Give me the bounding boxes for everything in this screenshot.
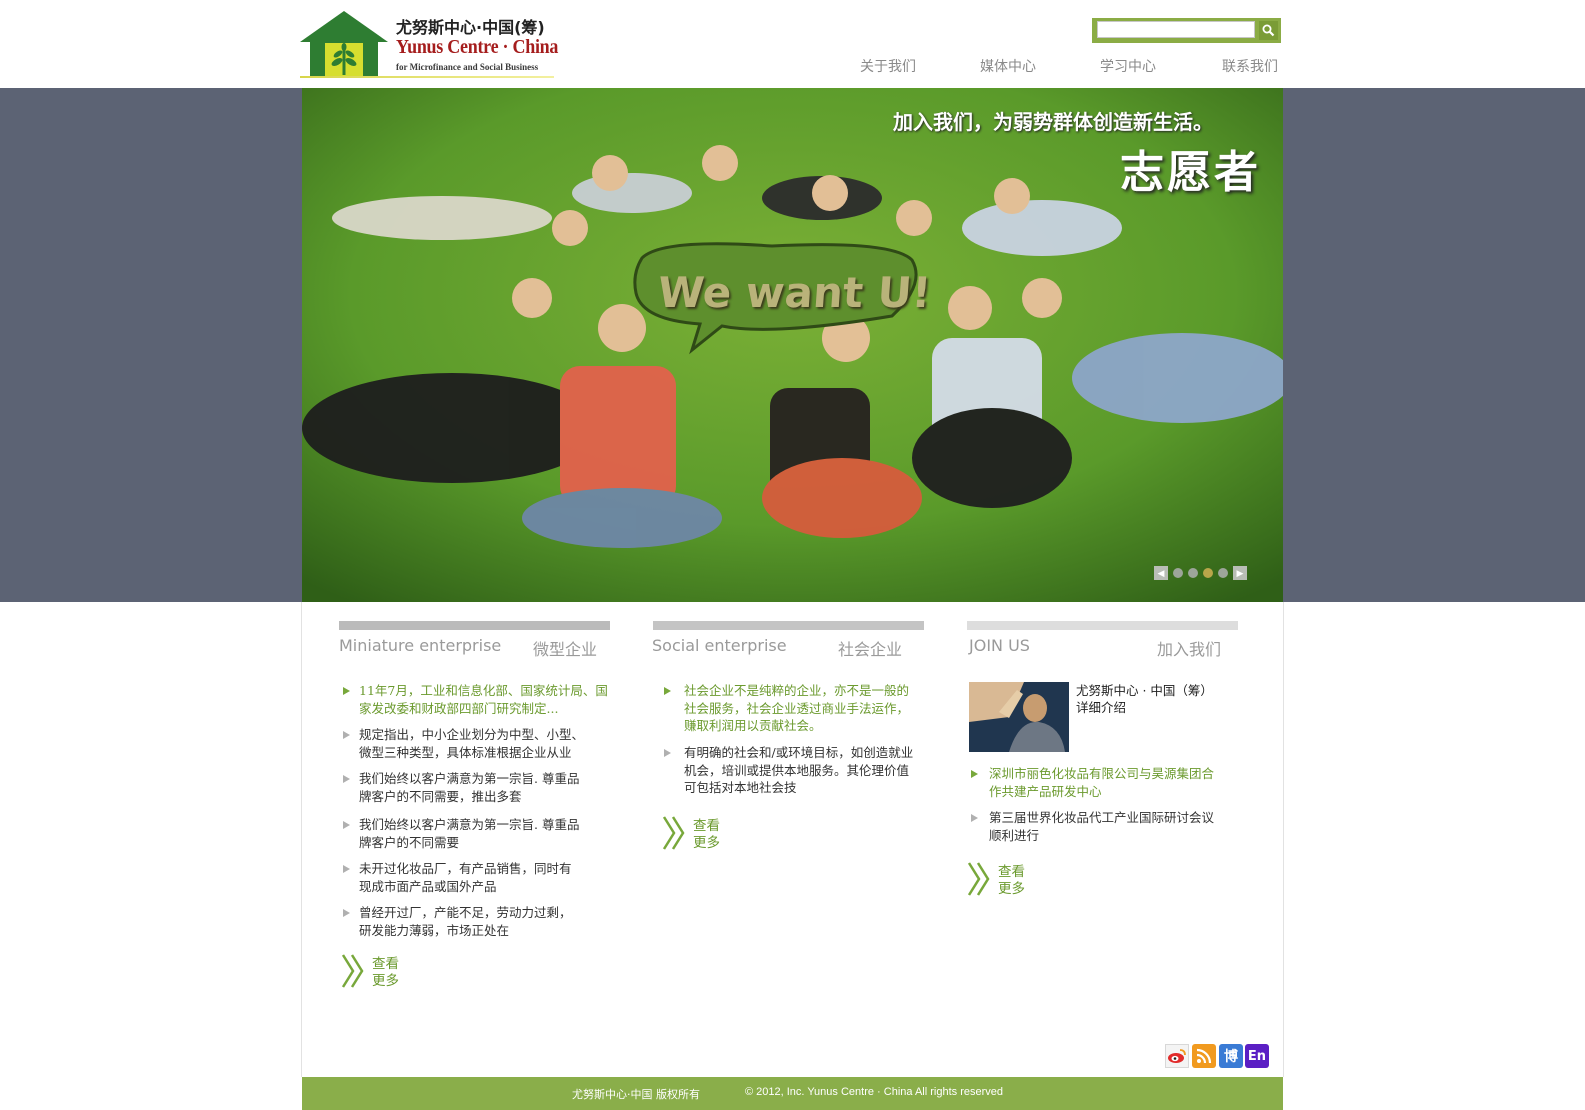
- double-chevron-icon: [341, 954, 364, 988]
- column-bar: [967, 621, 1238, 630]
- list-item[interactable]: 未开过化妆品厂，有产品销售，同时有现成市面产品或国外产品: [359, 860, 583, 895]
- content-frame-left: [301, 602, 302, 1077]
- view-more-label: 查看 更多: [998, 864, 1025, 898]
- bullet-icon: [343, 865, 350, 873]
- view-more-button[interactable]: 查看 更多: [341, 954, 421, 994]
- feature-caption-line2: 详细介绍: [1076, 700, 1127, 715]
- bullet-icon: [343, 821, 350, 829]
- slider-dot[interactable]: [1203, 568, 1213, 578]
- logo-title-en: Yunus Centre · China: [396, 36, 559, 58]
- rss-glyph: [1196, 1048, 1212, 1064]
- search-button[interactable]: [1259, 21, 1278, 40]
- banner-slide[interactable]: 加入我们，为弱势群体创造新生活。 志愿者 We want U! ◀ ▶: [302, 88, 1283, 602]
- column-bar: [653, 621, 924, 630]
- nav-contact[interactable]: 联系我们: [1222, 56, 1278, 76]
- view-more-label: 查看 更多: [372, 956, 399, 990]
- view-more-line2: 更多: [693, 835, 720, 851]
- list-item[interactable]: 我们始终以客户满意为第一宗旨. 尊重品牌客户的不同需要: [359, 816, 581, 851]
- bullet-icon: [664, 749, 671, 757]
- footer: 尤努斯中心·中国 版权所有 © 2012, Inc. Yunus Centre …: [302, 1077, 1283, 1110]
- slider-next-button[interactable]: ▶: [1233, 566, 1247, 580]
- list-item[interactable]: 11年7月，工业和信息化部、国家统计局、国家发改委和财政部四部门研究制定...: [359, 682, 609, 717]
- person-photo: [969, 682, 1069, 752]
- view-more-line1: 查看: [372, 956, 399, 972]
- logo-underline: [300, 76, 554, 78]
- column-title-cn: 微型企业: [533, 640, 598, 659]
- column-title-en: Miniature enterprise: [339, 636, 502, 655]
- slider-dot[interactable]: [1173, 568, 1183, 578]
- blog-icon[interactable]: 博: [1219, 1044, 1243, 1068]
- view-more-line2: 更多: [372, 973, 399, 989]
- footer-copyright-en: © 2012, Inc. Yunus Centre · China All ri…: [745, 1086, 1003, 1098]
- list-item[interactable]: 第三届世界化妆品代工产业国际研讨会议顺利进行: [989, 809, 1217, 844]
- nav-media[interactable]: 媒体中心: [980, 56, 1036, 76]
- search-box: [1092, 18, 1281, 43]
- search-icon: [1262, 24, 1275, 37]
- column-title-cn: 社会企业: [838, 640, 903, 659]
- list-item[interactable]: 社会企业不是纯粹的企业，亦不是一般的社会服务，社会企业透过商业手法运作，赚取利润…: [684, 682, 910, 735]
- logo-title-cn: 尤努斯中心·中国(筹): [396, 18, 545, 37]
- slider-prev-button[interactable]: ◀: [1154, 566, 1168, 580]
- bullet-icon: [343, 731, 350, 739]
- logo-subtitle: for Microfinance and Social Business: [396, 62, 539, 72]
- list-item[interactable]: 有明确的社会和/或环境目标，如创造就业机会，培训或提供本地服务。其伦理价值可包括…: [684, 744, 914, 797]
- bullet-icon: [343, 687, 350, 695]
- bullet-icon: [343, 775, 350, 783]
- weibo-icon[interactable]: [1165, 1044, 1189, 1068]
- list-item[interactable]: 深圳市丽色化妆品有限公司与昊源集团合作共建产品研发中心: [989, 765, 1217, 800]
- double-chevron-icon: [967, 862, 990, 896]
- column-title-en: Social enterprise: [652, 636, 787, 655]
- view-more-line1: 查看: [998, 864, 1025, 880]
- nav-learning[interactable]: 学习中心: [1100, 56, 1156, 76]
- list-item[interactable]: 曾经开过厂，产能不足，劳动力过剩，研发能力薄弱，市场正处在: [359, 904, 581, 939]
- english-icon[interactable]: En: [1245, 1044, 1269, 1068]
- list-item[interactable]: 我们始终以客户满意为第一宗旨. 尊重品牌客户的不同需要，推出多套: [359, 770, 581, 805]
- view-more-button[interactable]: 查看 更多: [662, 816, 742, 856]
- view-more-line2: 更多: [998, 881, 1025, 897]
- banner-bubble-text: We want U!: [656, 268, 933, 317]
- column-bar: [339, 621, 610, 630]
- banner-slogan: 加入我们，为弱势群体创造新生活。: [893, 110, 1213, 134]
- view-more-line1: 查看: [693, 818, 720, 834]
- nav-about[interactable]: 关于我们: [860, 56, 916, 76]
- slider-dot[interactable]: [1218, 568, 1228, 578]
- logo-house-icon: [300, 11, 388, 77]
- bullet-icon: [971, 814, 978, 822]
- column-title-en: JOIN US: [969, 636, 1030, 655]
- list-item[interactable]: 规定指出，中小企业划分为中型、小型、微型三种类型，具体标准根据企业从业: [359, 726, 595, 761]
- footer-copyright-cn: 尤努斯中心·中国 版权所有: [572, 1088, 700, 1101]
- bullet-icon: [664, 687, 671, 695]
- feature-photo[interactable]: [969, 682, 1069, 752]
- bullet-icon: [971, 770, 978, 778]
- search-input[interactable]: [1097, 21, 1255, 38]
- column-title-cn: 加入我们: [1157, 640, 1222, 659]
- feature-caption-line1: 尤努斯中心 · 中国（筹）: [1076, 683, 1213, 698]
- rss-icon[interactable]: [1192, 1044, 1216, 1068]
- banner-headline: 志愿者: [1120, 147, 1261, 198]
- bullet-icon: [343, 909, 350, 917]
- slider-dot[interactable]: [1188, 568, 1198, 578]
- slider-controls: ◀ ▶: [1154, 566, 1247, 580]
- view-more-label: 查看 更多: [693, 818, 720, 852]
- double-chevron-icon: [662, 816, 685, 850]
- view-more-button[interactable]: 查看 更多: [967, 862, 1047, 902]
- content-frame-right: [1283, 602, 1284, 1077]
- feature-caption[interactable]: 尤努斯中心 · 中国（筹） 详细介绍: [1076, 682, 1213, 716]
- weibo-glyph: [1168, 1049, 1186, 1063]
